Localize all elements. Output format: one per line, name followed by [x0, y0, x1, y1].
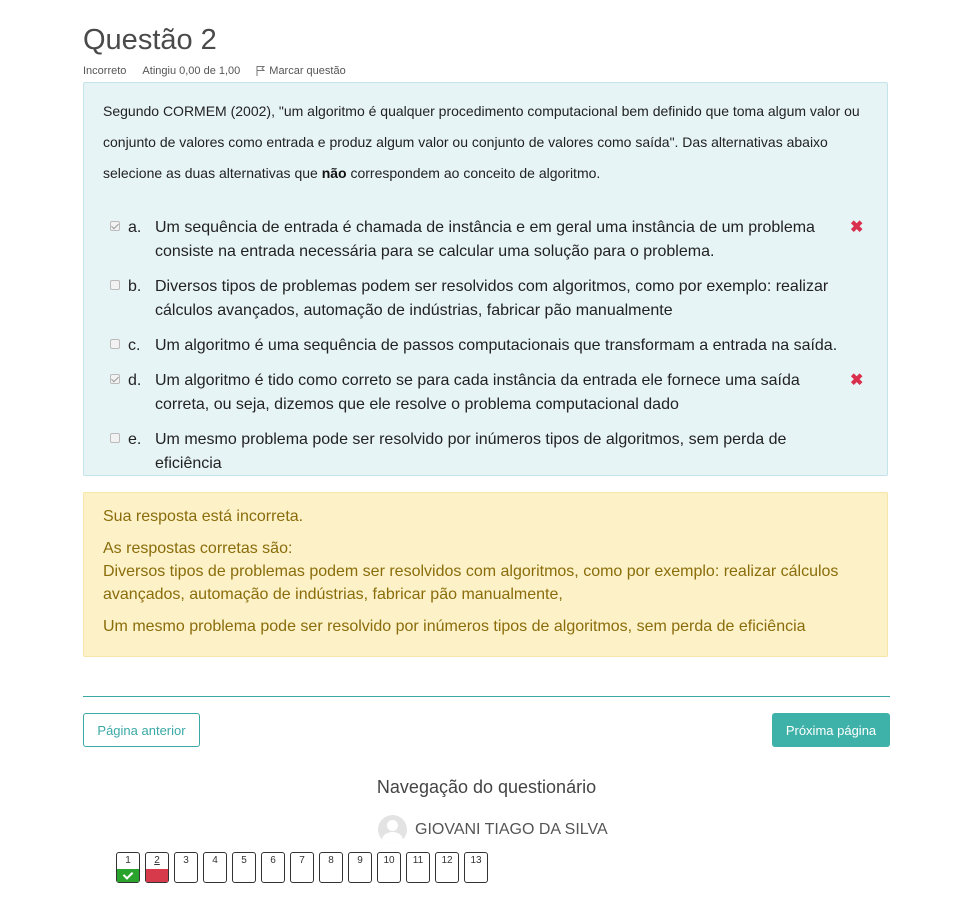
- incorrect-status-bar: [146, 869, 168, 882]
- nav-question-number: 4: [212, 855, 218, 866]
- option-e-letter: e.: [128, 431, 142, 448]
- option-c-letter: c.: [128, 337, 141, 354]
- option-c-text: Um algoritmo é uma sequência de passos c…: [155, 337, 838, 354]
- nav-question-button[interactable]: 8: [319, 852, 343, 883]
- option-a-letter: a.: [128, 219, 142, 236]
- question-title: Questão 2: [83, 24, 217, 56]
- nav-question-number: 7: [299, 855, 305, 866]
- question-text-emphasis: não: [321, 165, 347, 181]
- avatar: [378, 815, 407, 844]
- user-info: GIOVANI TIAGO DA SILVA: [378, 815, 608, 844]
- nav-question-button[interactable]: 6: [261, 852, 285, 883]
- nav-question-button[interactable]: 13: [464, 852, 488, 883]
- correct-check-icon: [117, 869, 139, 882]
- next-page-button[interactable]: Próxima página: [772, 713, 890, 747]
- question-text: Segundo CORMEM (2002), "um algoritmo é q…: [103, 96, 878, 189]
- quiz-navigation-title: Navegação do questionário: [376, 777, 597, 797]
- nav-question-number: 6: [270, 855, 276, 866]
- option-d-letter: d.: [128, 372, 142, 389]
- nav-question-button[interactable]: 10: [377, 852, 401, 883]
- nav-question-button[interactable]: 1: [116, 852, 140, 883]
- incorrect-mark-icon: ✖: [850, 372, 864, 389]
- divider: [83, 696, 890, 697]
- nav-question-number: 1: [125, 855, 131, 866]
- question-grade: Atingiu 0,00 de 1,00: [142, 65, 241, 77]
- incorrect-mark-icon: ✖: [850, 219, 864, 236]
- nav-question-number: 2: [154, 855, 160, 866]
- nav-question-number: 9: [357, 855, 363, 866]
- nav-question-number: 3: [183, 855, 189, 866]
- nav-question-button[interactable]: 5: [232, 852, 256, 883]
- question-status: Incorreto: [83, 65, 127, 77]
- nav-question-button[interactable]: 9: [348, 852, 372, 883]
- nav-question-button[interactable]: 12: [435, 852, 459, 883]
- nav-question-number: 5: [241, 855, 247, 866]
- nav-question-number: 11: [412, 855, 424, 866]
- nav-question-number: 12: [441, 855, 453, 866]
- user-name: GIOVANI TIAGO DA SILVA: [415, 820, 608, 838]
- option-b-letter: b.: [128, 278, 142, 295]
- flag-question-button[interactable]: Marcar questão: [256, 65, 346, 77]
- option-a-text: Um sequência de entrada é chamada de ins…: [155, 219, 815, 260]
- nav-question-number: 8: [328, 855, 334, 866]
- nav-question-button[interactable]: 11: [406, 852, 430, 883]
- feedback-correct-heading: As respostas corretas são:: [103, 540, 293, 557]
- option-b-text: Diversos tipos de problemas podem ser re…: [155, 278, 829, 319]
- option-e-text: Um mesmo problema pode ser resolvido por…: [155, 431, 787, 472]
- option-d-text: Um algoritmo é tido como correto se para…: [155, 372, 800, 413]
- option-c-checkbox[interactable]: [110, 339, 120, 349]
- question-meta: Incorreto Atingiu 0,00 de 1,00 Marcar qu…: [83, 65, 346, 77]
- feedback-result: Sua resposta está incorreta.: [103, 508, 304, 525]
- feedback-box: Sua resposta está incorreta. As resposta…: [83, 492, 888, 657]
- question-box: Segundo CORMEM (2002), "um algoritmo é q…: [83, 82, 888, 476]
- nav-question-number: 10: [383, 855, 395, 866]
- feedback-correct-answer-2: Um mesmo problema pode ser resolvido por…: [103, 618, 806, 635]
- nav-question-button[interactable]: 2: [145, 852, 169, 883]
- nav-question-button[interactable]: 7: [290, 852, 314, 883]
- nav-question-number: 13: [470, 855, 482, 866]
- option-d-checkbox[interactable]: [110, 374, 120, 384]
- nav-question-button[interactable]: 4: [203, 852, 227, 883]
- question-navigation: 1 2 3 4 5 6 7 8 9 10 11 12 13: [116, 852, 488, 883]
- option-e-checkbox[interactable]: [110, 433, 120, 443]
- option-a-checkbox[interactable]: [110, 221, 120, 231]
- flag-icon: [256, 66, 266, 76]
- question-text-part-2: correspondem ao conceito de algoritmo.: [346, 165, 601, 181]
- feedback-correct-answer-1: Diversos tipos de problemas podem ser re…: [103, 563, 839, 603]
- option-b-checkbox[interactable]: [110, 280, 120, 290]
- previous-page-button[interactable]: Página anterior: [83, 713, 200, 747]
- quiz-page: Questão 2 Incorreto Atingiu 0,00 de 1,00…: [0, 0, 957, 897]
- nav-question-button[interactable]: 3: [174, 852, 198, 883]
- flag-question-label: Marcar questão: [269, 65, 346, 77]
